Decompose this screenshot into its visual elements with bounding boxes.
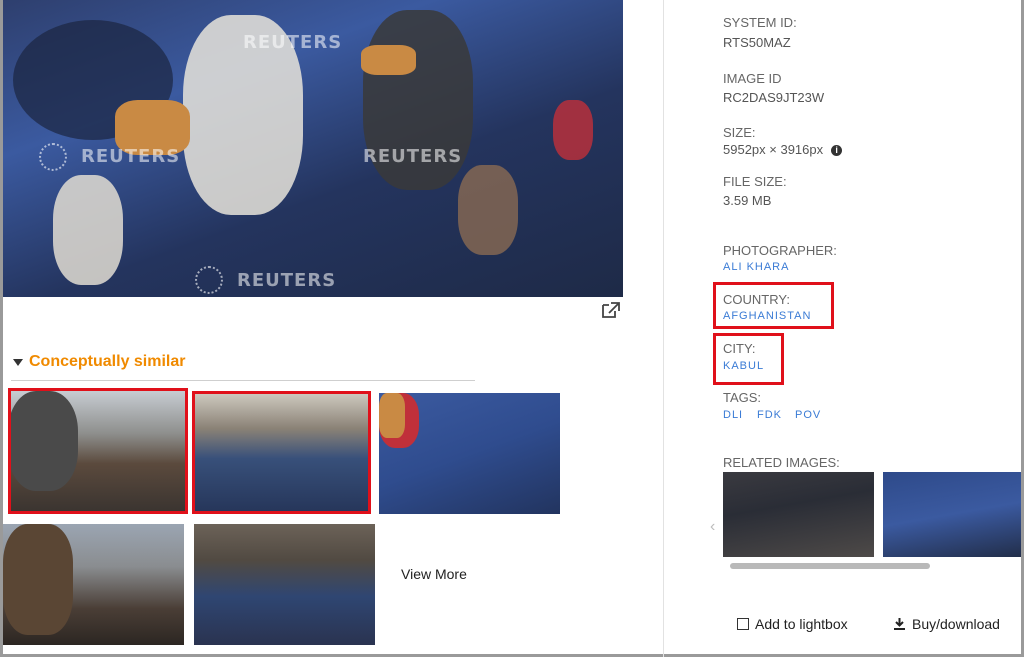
buy-download-label: Buy/download: [912, 616, 1000, 632]
tag-link[interactable]: POV: [795, 409, 821, 421]
left-column: REUTERS REUTERS REUTERS REUTERS Conceptu…: [3, 0, 663, 657]
watermark: REUTERS: [363, 146, 463, 167]
similar-section-header[interactable]: Conceptually similar: [13, 353, 186, 371]
similar-thumb-3[interactable]: [379, 393, 560, 514]
main-photo[interactable]: REUTERS REUTERS REUTERS REUTERS: [3, 0, 623, 297]
external-link-icon[interactable]: [601, 301, 621, 319]
similar-thumb-4[interactable]: [3, 524, 184, 645]
size-text: 5952px × 3916px: [723, 142, 824, 157]
related-thumb-2[interactable]: [883, 472, 1021, 557]
tag-link[interactable]: DLI: [723, 409, 743, 421]
file-size-label: FILE SIZE:: [723, 174, 787, 189]
tag-link[interactable]: FDK: [757, 409, 782, 421]
related-thumb-1[interactable]: [723, 472, 874, 557]
watermark: REUTERS: [243, 32, 343, 53]
photo-shape: [553, 100, 593, 160]
reuters-logo-icon: [195, 266, 223, 294]
add-to-lightbox-label: Add to lightbox: [755, 616, 848, 632]
related-images-label: RELATED IMAGES:: [723, 455, 840, 470]
reuters-logo-icon: [39, 143, 67, 171]
photographer-link[interactable]: ALI KHARA: [723, 261, 789, 273]
thumb-image: [194, 524, 375, 645]
similar-section-title: Conceptually similar: [29, 353, 186, 370]
download-icon: [894, 618, 905, 630]
size-label: SIZE:: [723, 125, 756, 140]
red-highlight-box: [8, 388, 188, 514]
system-id-value: RTS50MAZ: [723, 35, 791, 50]
country-label: COUNTRY:: [723, 292, 790, 307]
similar-thumb-5[interactable]: [194, 524, 375, 645]
watermark: REUTERS: [237, 270, 337, 291]
photo-shape: [53, 175, 123, 285]
buy-download-button[interactable]: Buy/download: [893, 616, 1000, 632]
info-icon[interactable]: i: [831, 145, 843, 156]
view-more-link[interactable]: View More: [401, 566, 467, 582]
caret-down-icon: [13, 358, 23, 366]
related-scrollbar[interactable]: [730, 563, 930, 569]
city-label: CITY:: [723, 341, 756, 356]
city-link[interactable]: KABUL: [723, 360, 764, 372]
add-to-lightbox-button[interactable]: Add to lightbox: [737, 616, 848, 632]
red-highlight-box: [192, 391, 371, 514]
chevron-left-icon[interactable]: ‹: [710, 518, 715, 536]
image-id-value: RC2DAS9JT23W: [723, 90, 825, 105]
file-size-value: 3.59 MB: [723, 193, 772, 208]
tags-label: TAGS:: [723, 390, 762, 405]
image-id-label: IMAGE ID: [723, 71, 782, 86]
photographer-label: PHOTOGRAPHER:: [723, 243, 837, 258]
watermark: REUTERS: [81, 146, 181, 167]
section-divider: [11, 380, 475, 381]
photo-shape: [361, 45, 416, 75]
metadata-panel: SYSTEM ID: RTS50MAZ IMAGE ID RC2DAS9JT23…: [664, 0, 1021, 657]
system-id-label: SYSTEM ID:: [723, 15, 797, 30]
country-link[interactable]: AFGHANISTAN: [723, 310, 811, 322]
photo-shape: [458, 165, 518, 255]
thumb-shape: [379, 393, 405, 438]
thumb-shape: [3, 524, 73, 635]
size-value: 5952px × 3916px i: [723, 142, 843, 157]
checkbox-icon: [737, 618, 749, 630]
